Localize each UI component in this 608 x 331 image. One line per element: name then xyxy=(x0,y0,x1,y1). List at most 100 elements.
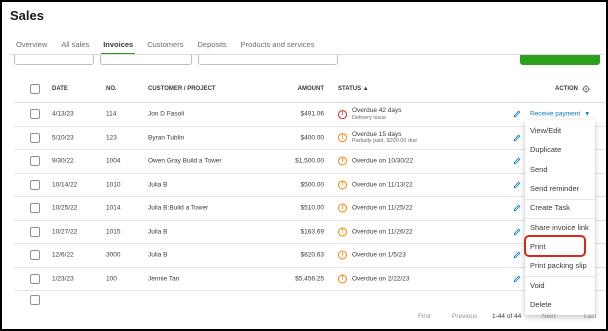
menu-item-create-task[interactable]: Create Task xyxy=(530,203,570,212)
col-amount[interactable]: AMOUNT xyxy=(298,86,324,92)
action-header-label: ACTION xyxy=(555,86,578,92)
table-header: DATE NO. CUSTOMER / PROJECT AMOUNT STATU… xyxy=(14,76,606,103)
overdue-warning-icon: ! xyxy=(338,203,347,213)
row-checkbox[interactable] xyxy=(30,295,40,305)
row-checkbox[interactable] xyxy=(30,203,40,214)
row-checkbox[interactable] xyxy=(30,250,40,261)
chevron-down-icon[interactable]: ▼ xyxy=(584,111,590,117)
col-status[interactable]: STATUS ▲ xyxy=(338,86,369,92)
edit-pencil-icon[interactable] xyxy=(513,157,521,165)
row-date: 12/6/22 xyxy=(52,251,74,259)
select-all-checkbox[interactable] xyxy=(30,84,40,94)
menu-item-send-reminder[interactable]: Send reminder xyxy=(530,184,579,193)
pagination-next[interactable]: Next xyxy=(542,313,555,320)
row-checkbox[interactable] xyxy=(30,156,40,167)
status-text: Overdue on 11/25/22 xyxy=(352,204,413,212)
row-amount: $5,456.25 xyxy=(295,275,324,283)
overdue-warning-icon: ! xyxy=(338,227,347,237)
receive-payment-link[interactable]: Receive payment ▼ xyxy=(530,111,590,118)
invoices-table: DATE NO. CUSTOMER / PROJECT AMOUNT STATU… xyxy=(14,76,606,305)
tab-invoices[interactable]: Invoices xyxy=(101,40,136,55)
table-row[interactable]: 5/10/23 123 Byran Tublin $400.00 ! Overd… xyxy=(14,127,606,150)
edit-pencil-icon[interactable] xyxy=(513,110,521,118)
table-row[interactable]: 12/6/22 3000 Julia B $820.63 ! Overdue o… xyxy=(14,244,606,268)
print-highlight-box xyxy=(524,235,586,257)
pagination-first[interactable]: First xyxy=(418,313,431,320)
menu-item-void[interactable]: Void xyxy=(530,281,545,290)
status-filter[interactable] xyxy=(14,55,94,65)
create-invoice-button[interactable] xyxy=(520,55,600,65)
row-customer: Julia B xyxy=(148,181,168,189)
menu-item-share-invoice-link[interactable]: Share invoice link xyxy=(530,223,589,232)
edit-pencil-icon[interactable] xyxy=(513,181,521,189)
status-text: Overdue on 10/30/22 xyxy=(352,157,414,165)
row-amount: $163.69 xyxy=(300,228,325,236)
pagination-range: 1-44 of 44 xyxy=(492,313,522,320)
table-row[interactable]: 10/25/22 1014 Julia B:Build a Tower $510… xyxy=(14,197,606,221)
row-checkbox[interactable] xyxy=(30,226,40,237)
row-checkbox[interactable] xyxy=(30,179,40,190)
tab-deposits[interactable]: Deposits xyxy=(197,40,226,55)
row-amount: $510.00 xyxy=(300,204,325,212)
row-date: 1/23/23 xyxy=(52,275,74,283)
tab-products-services[interactable]: Products and services xyxy=(241,40,315,55)
menu-item-send[interactable]: Send xyxy=(530,165,548,174)
tab-customers[interactable]: Customers xyxy=(147,40,183,55)
menu-item-duplicate[interactable]: Duplicate xyxy=(530,145,561,154)
col-no[interactable]: NO. xyxy=(106,86,117,92)
overdue-warning-icon: ! xyxy=(338,133,347,143)
row-checkbox[interactable] xyxy=(30,109,40,120)
edit-pencil-icon[interactable] xyxy=(513,134,521,142)
overdue-alert-icon: ! xyxy=(338,109,347,119)
col-date[interactable]: DATE xyxy=(52,86,68,92)
row-checkbox[interactable] xyxy=(30,273,40,284)
status-text: Overdue on 11/26/22 xyxy=(352,228,413,236)
edit-pencil-icon[interactable] xyxy=(513,251,521,259)
status-text: Overdue on 2/22/23 xyxy=(352,275,410,283)
table-row[interactable]: 10/27/22 1015 Julia B $163.69 ! Overdue … xyxy=(14,221,606,244)
overdue-warning-icon: ! xyxy=(338,274,347,284)
date-range-filter[interactable] xyxy=(198,55,338,65)
status-subtext: Delivery issue xyxy=(352,114,387,121)
overdue-warning-icon: ! xyxy=(338,250,347,260)
row-status: ! Overdue on 11/13/22 xyxy=(338,180,413,190)
menu-item-print-packing-slip[interactable]: Print packing slip xyxy=(530,261,587,270)
row-customer: Jennie Tan xyxy=(148,275,180,283)
menu-divider xyxy=(525,199,595,200)
row-checkbox[interactable] xyxy=(30,132,40,143)
row-customer: Julia B xyxy=(148,228,168,236)
row-date: 9/30/22 xyxy=(52,157,74,165)
menu-divider xyxy=(525,218,595,219)
tab-overview[interactable]: Overview xyxy=(16,40,47,55)
menu-item-view-edit[interactable]: View/Edit xyxy=(530,126,561,135)
edit-pencil-icon[interactable] xyxy=(513,204,521,212)
date-filter[interactable] xyxy=(100,55,192,65)
pagination-last[interactable]: Last xyxy=(584,313,596,320)
receive-payment-label[interactable]: Receive payment xyxy=(530,111,580,118)
table-row[interactable]: 10/14/22 1010 Julia B $500.00 ! Overdue … xyxy=(14,174,606,197)
menu-divider xyxy=(525,276,595,277)
edit-pencil-icon[interactable] xyxy=(513,228,521,236)
table-row[interactable]: 9/30/22 1004 Owen Gray Build a Tower $1,… xyxy=(14,150,606,174)
col-customer[interactable]: CUSTOMER / PROJECT xyxy=(148,86,216,92)
table-row[interactable]: 4/13/23 114 Jon D Fasoli $491.06 ! Overd… xyxy=(14,103,606,127)
row-amount: $820.63 xyxy=(300,251,325,259)
table-row-partial xyxy=(14,291,606,305)
row-customer: Julia B:Build a Tower xyxy=(148,204,209,212)
tab-bar: Overview All sales Invoices Customers De… xyxy=(16,40,328,55)
pagination-previous[interactable]: Previous xyxy=(452,313,477,320)
tab-all-sales[interactable]: All sales xyxy=(61,40,89,55)
gear-icon[interactable] xyxy=(582,85,590,93)
row-date: 10/27/22 xyxy=(52,228,78,236)
row-status: ! Overdue on 2/22/23 xyxy=(338,274,410,284)
row-amount: $400.00 xyxy=(300,134,325,142)
status-text: Overdue on 1/5/23 xyxy=(352,251,406,259)
table-row[interactable]: 1/23/23 100 Jennie Tan $5,456.25 ! Overd… xyxy=(14,268,606,291)
menu-item-delete[interactable]: Delete xyxy=(530,300,552,309)
row-status: ! Overdue on 1/5/23 xyxy=(338,250,406,260)
page-title: Sales xyxy=(10,8,44,23)
edit-pencil-icon[interactable] xyxy=(513,275,521,283)
row-amount: $491.06 xyxy=(300,110,325,118)
row-date: 10/14/22 xyxy=(52,181,78,189)
row-no: 123 xyxy=(106,134,117,142)
